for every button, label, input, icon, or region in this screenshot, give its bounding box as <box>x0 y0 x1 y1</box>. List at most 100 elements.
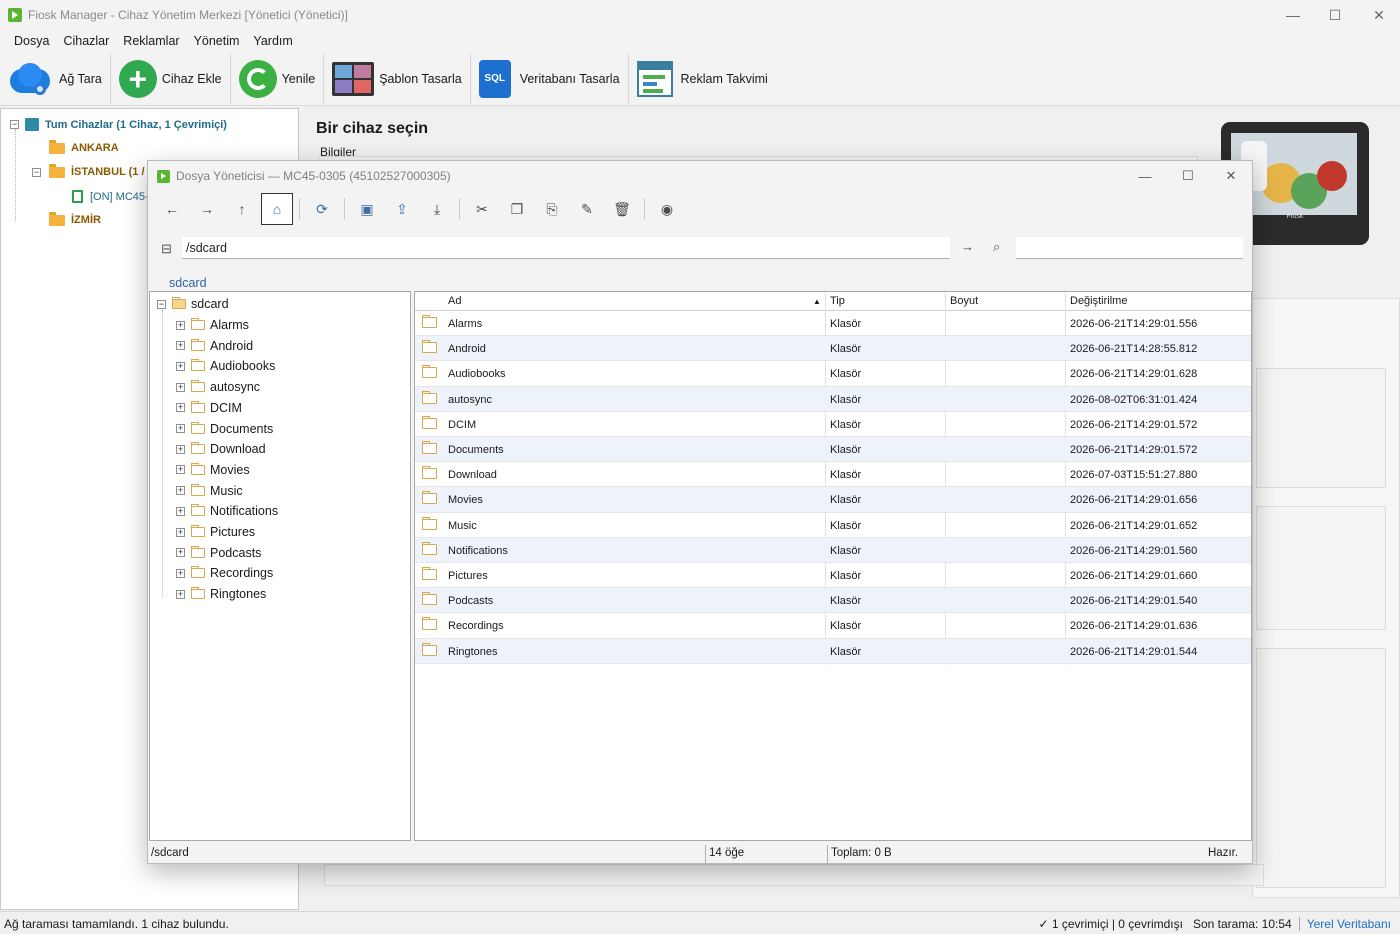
file-row[interactable]: Documents Klasör 2026-06-21T14:29:01.572 <box>415 437 1251 463</box>
column-modified-header[interactable]: Değiştirilme <box>1070 295 1127 307</box>
breadcrumb[interactable]: sdcard <box>169 276 207 290</box>
ad-calendar-label: Reklam Takvimi <box>680 71 768 86</box>
menu-reklamlar[interactable]: Reklamlar <box>118 34 188 48</box>
refresh-icon[interactable]: ⟳ <box>306 193 338 225</box>
file-row[interactable]: DCIM Klasör 2026-06-21T14:29:01.572 <box>415 412 1251 437</box>
column-size-header[interactable]: Boyut <box>950 295 978 307</box>
tree-device-mc45[interactable]: [ON] MC45- <box>72 190 149 203</box>
preview-icon[interactable]: ◉ <box>651 193 683 225</box>
expand-icon[interactable]: + <box>176 568 185 578</box>
file-type: Klasör <box>830 469 862 482</box>
tree-folder-item[interactable]: + Documents <box>176 421 273 436</box>
collapse-icon[interactable]: − <box>157 299 166 309</box>
menu-cihazlar[interactable]: Cihazlar <box>58 34 118 48</box>
database-design-label: Veritabanı Tasarla <box>519 71 620 86</box>
tree-group-istanbul[interactable]: − İSTANBUL (1 / 1 <box>32 163 154 178</box>
expand-icon[interactable]: + <box>176 506 185 516</box>
expand-icon[interactable]: + <box>176 589 185 599</box>
copy-icon[interactable]: ❐ <box>501 193 533 225</box>
tree-folder-item[interactable]: + Ringtones <box>176 587 266 601</box>
back-icon[interactable]: ← <box>156 193 188 225</box>
file-row[interactable]: Android Klasör 2026-06-21T14:28:55.812 <box>415 336 1251 362</box>
expand-icon[interactable]: + <box>176 465 185 475</box>
path-input[interactable] <box>182 237 950 259</box>
menu-yonetim[interactable]: Yönetim <box>189 34 249 48</box>
tree-group-ankara[interactable]: ANKARA <box>49 139 119 154</box>
add-device-button[interactable]: + Cihaz Ekle <box>111 53 231 104</box>
tree-folder-item[interactable]: + Music <box>176 483 243 498</box>
tree-all-devices[interactable]: − Tum Cihazlar (1 Cihaz, 1 Çevrimiçi) <box>10 118 227 131</box>
network-scan-button[interactable]: Ağ Tara <box>0 53 111 104</box>
menu-yardim[interactable]: Yardım <box>248 34 301 48</box>
minimize-button[interactable]: — <box>1270 0 1316 30</box>
tree-folder-item[interactable]: + Alarms <box>176 318 249 332</box>
tree-folder-item[interactable]: + Podcasts <box>176 545 261 560</box>
collapse-icon[interactable]: − <box>32 167 41 177</box>
new-folder-icon[interactable]: ▣ <box>351 193 383 225</box>
go-icon[interactable]: → <box>961 239 974 254</box>
forward-icon[interactable]: → <box>191 193 223 225</box>
app-icon <box>157 169 170 183</box>
file-row[interactable]: autosync Klasör 2026-08-02T06:31:01.424 <box>415 386 1251 412</box>
expand-icon[interactable]: + <box>176 548 185 558</box>
expand-icon[interactable]: + <box>176 486 185 496</box>
expand-icon[interactable]: + <box>176 424 185 433</box>
file-row[interactable]: Pictures Klasör 2026-06-21T14:29:01.660 <box>415 563 1251 589</box>
rename-icon[interactable]: ✎ <box>571 193 603 225</box>
tree-folder-item[interactable]: + Movies <box>176 462 250 477</box>
database-design-button[interactable]: SQL Veritabanı Tasarla <box>471 53 629 104</box>
file-row[interactable]: Audiobooks Klasör 2026-06-21T14:29:01.628 <box>415 361 1251 387</box>
paste-icon[interactable]: ⎘ <box>536 193 568 225</box>
tree-toggle-icon[interactable]: ⊟ <box>161 241 172 257</box>
maximize-button[interactable]: ☐ <box>1312 0 1358 30</box>
file-row[interactable]: Music Klasör 2026-06-21T14:29:01.652 <box>415 513 1251 538</box>
tree-folder-item[interactable]: + DCIM <box>176 400 242 415</box>
file-row[interactable]: Alarms Klasör 2026-06-21T14:29:01.556 <box>415 311 1251 337</box>
tree-group-izmir[interactable]: İZMİR <box>49 211 101 226</box>
expand-icon[interactable]: + <box>176 527 185 537</box>
fm-maximize-button[interactable]: ☐ <box>1166 161 1210 191</box>
download-icon[interactable]: ⤓ <box>421 193 453 225</box>
expand-icon[interactable]: + <box>176 444 185 454</box>
file-row[interactable]: Recordings Klasör 2026-06-21T14:29:01.636 <box>415 613 1251 639</box>
refresh-button[interactable]: Yenile <box>231 53 325 104</box>
tree-folder-item[interactable]: + Download <box>176 442 266 456</box>
expand-icon[interactable]: + <box>176 382 185 392</box>
close-button[interactable]: ✕ <box>1356 0 1400 30</box>
tree-root-sdcard[interactable]: − sdcard <box>157 297 229 311</box>
expand-icon[interactable]: + <box>176 361 185 371</box>
database-link[interactable]: Yerel Veritabanı <box>1302 917 1396 931</box>
tree-folder-item[interactable]: + Pictures <box>176 525 255 539</box>
file-modified: 2026-06-21T14:29:01.572 <box>1070 444 1198 456</box>
column-name-header[interactable]: Ad <box>448 295 461 307</box>
folder-icon <box>422 592 437 606</box>
folder-icon <box>49 163 65 178</box>
expand-icon[interactable]: + <box>176 341 185 351</box>
tree-folder-item[interactable]: + Audiobooks <box>176 359 275 373</box>
template-design-button[interactable]: Şablon Tasarla <box>324 53 471 104</box>
search-input[interactable] <box>1016 237 1243 259</box>
menu-dosya[interactable]: Dosya <box>0 34 58 48</box>
ad-calendar-button[interactable]: Reklam Takvimi <box>629 54 776 104</box>
file-row[interactable]: Movies Klasör 2026-06-21T14:29:01.656 <box>415 487 1251 513</box>
cut-icon[interactable]: ✂ <box>466 193 498 225</box>
delete-icon[interactable]: 🗑 <box>606 193 638 225</box>
fm-close-button[interactable]: ✕ <box>1209 161 1253 191</box>
expand-icon[interactable]: + <box>176 320 185 330</box>
column-type-header[interactable]: Tip <box>830 295 845 307</box>
tree-folder-item[interactable]: + autosync <box>176 380 260 394</box>
home-icon[interactable]: ⌂ <box>261 193 293 225</box>
tree-folder-item[interactable]: + Notifications <box>176 504 278 518</box>
up-icon[interactable]: ↑ <box>226 193 258 225</box>
file-row[interactable]: Download Klasör 2026-07-03T15:51:27.880 <box>415 462 1251 488</box>
fm-minimize-button[interactable]: — <box>1123 161 1167 191</box>
file-row[interactable]: Ringtones Klasör 2026-06-21T14:29:01.544 <box>415 638 1251 664</box>
collapse-icon[interactable]: − <box>10 120 19 129</box>
tree-folder-item[interactable]: + Recordings <box>176 566 273 580</box>
file-row[interactable]: Notifications Klasör 2026-06-21T14:29:01.5… <box>415 537 1251 563</box>
tree-folder-item[interactable]: + Android <box>176 338 253 353</box>
file-row[interactable]: Podcasts Klasör 2026-06-21T14:29:01.540 <box>415 588 1251 614</box>
folder-icon <box>191 525 205 537</box>
upload-icon[interactable]: ⇪ <box>386 193 418 225</box>
expand-icon[interactable]: + <box>176 403 185 413</box>
